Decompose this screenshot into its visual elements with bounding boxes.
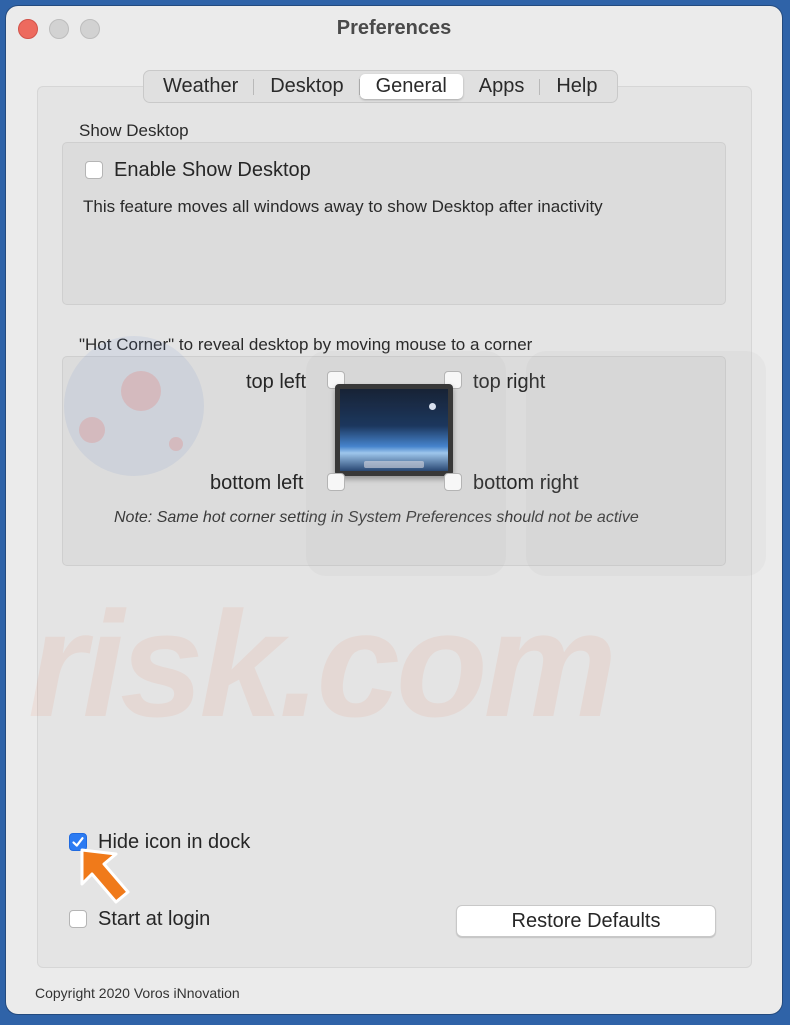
show-desktop-section-label: Show Desktop [79,121,189,140]
restore-defaults-button[interactable]: Restore Defaults [456,905,716,937]
watermark-text: risk.com [28,580,617,748]
top-left-label: top left [246,371,307,393]
window-title: Preferences [336,17,452,39]
bottom-left-checkbox[interactable] [327,473,345,491]
desktop-wallpaper [340,389,448,471]
bottom-right-checkbox[interactable] [444,473,462,491]
hot-corner-note: Note: Same hot corner setting in System … [114,509,639,526]
dock-preview [364,461,424,468]
tab-apps[interactable]: Apps [463,74,541,99]
bottom-right-label: bottom right [473,472,579,494]
tab-desktop[interactable]: Desktop [254,74,360,99]
moon-shape [429,403,436,410]
copyright-text: Copyright 2020 Voros iNnovation [35,985,240,1001]
title-bar: Preferences [6,6,782,52]
show-desktop-group: Enable Show Desktop This feature moves a… [62,142,726,305]
enable-show-desktop-label: Enable Show Desktop [114,159,311,181]
bottom-left-label: bottom left [210,472,304,494]
start-at-login-checkbox[interactable] [69,910,87,928]
tab-bar: Weather Desktop General Apps Help [143,70,618,103]
show-desktop-description: This feature moves all windows away to s… [83,197,603,216]
start-at-login-label: Start at login [98,908,211,930]
desktop-preview-image [335,384,453,476]
hot-corner-section-label: "Hot Corner" to reveal desktop by moving… [79,335,533,354]
preferences-window: Preferences Weather Desktop General Apps… [6,6,782,1014]
tab-help[interactable]: Help [540,74,613,99]
top-right-label: top right [473,371,546,393]
tab-weather[interactable]: Weather [147,74,255,99]
enable-show-desktop-checkbox[interactable] [85,161,103,179]
orange-arrow-icon [80,848,130,904]
tab-general[interactable]: General [359,74,463,99]
